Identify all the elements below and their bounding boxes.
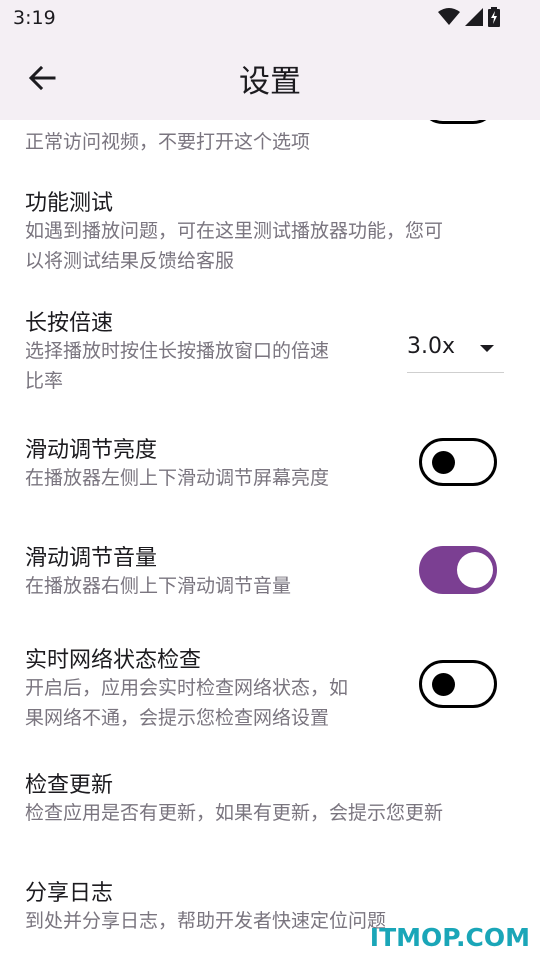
share-log-desc: 到处并分享日志，帮助开发者快速定位问题 bbox=[25, 910, 387, 932]
swipe-brightness-desc: 在播放器左侧上下滑动调节屏幕亮度 bbox=[25, 467, 330, 489]
network-check-title: 实时网络状态检查 bbox=[25, 648, 202, 673]
settings-item-function-test[interactable]: 功能测试 如遇到播放问题，可在这里测试播放器功能，您可 以将测试结果反馈给客服 bbox=[0, 175, 540, 285]
settings-item-long-press-speed[interactable]: 长按倍速 选择播放时按住长按播放窗口的倍速 比率 3.0x bbox=[0, 295, 540, 405]
signal-icon bbox=[465, 8, 483, 26]
toggle-knob bbox=[432, 451, 455, 474]
settings-item-partial[interactable]: 正常访问视频，不要打开这个选项 bbox=[0, 120, 540, 170]
settings-item-swipe-brightness[interactable]: 滑动调节亮度 在播放器左侧上下滑动调节屏幕亮度 bbox=[0, 425, 540, 515]
battery-charging-icon bbox=[488, 7, 500, 27]
partial-toggle[interactable] bbox=[419, 120, 497, 124]
function-test-desc: 如遇到播放问题，可在这里测试播放器功能，您可 以将测试结果反馈给客服 bbox=[25, 220, 444, 272]
toggle-knob bbox=[457, 552, 493, 588]
wifi-icon bbox=[438, 8, 460, 25]
settings-list: 正常访问视频，不要打开这个选项 功能测试 如遇到播放问题，可在这里测试播放器功能… bbox=[0, 120, 540, 960]
settings-item-network-check[interactable]: 实时网络状态检查 开启后，应用会实时检查网络状态，如 果网络不通，会提示您检查网… bbox=[0, 635, 540, 745]
settings-item-check-update[interactable]: 检查更新 检查应用是否有更新，如果有更新，会提示您更新 bbox=[0, 760, 540, 850]
status-bar: 3:19 bbox=[0, 0, 540, 36]
settings-item-swipe-volume[interactable]: 滑动调节音量 在播放器右侧上下滑动调节音量 bbox=[0, 533, 540, 623]
check-update-title: 检查更新 bbox=[25, 773, 114, 798]
dropdown-arrow-icon bbox=[480, 345, 494, 352]
status-time: 3:19 bbox=[13, 7, 56, 29]
status-icons bbox=[438, 7, 500, 27]
app-bar: 设置 bbox=[0, 36, 540, 120]
network-check-toggle[interactable] bbox=[419, 660, 497, 708]
check-update-desc: 检查应用是否有更新，如果有更新，会提示您更新 bbox=[25, 802, 444, 824]
swipe-volume-toggle[interactable] bbox=[419, 546, 497, 594]
network-check-desc: 开启后，应用会实时检查网络状态，如 果网络不通，会提示您检查网络设置 bbox=[25, 677, 349, 729]
long-press-speed-title: 长按倍速 bbox=[25, 311, 114, 336]
swipe-volume-title: 滑动调节音量 bbox=[25, 546, 158, 571]
partial-desc: 正常访问视频，不要打开这个选项 bbox=[25, 131, 311, 153]
share-log-title: 分享日志 bbox=[25, 881, 114, 906]
speed-dropdown[interactable]: 3.0x bbox=[407, 332, 504, 373]
swipe-volume-desc: 在播放器右侧上下滑动调节音量 bbox=[25, 575, 292, 597]
toggle-knob bbox=[432, 673, 455, 696]
swipe-brightness-toggle[interactable] bbox=[419, 438, 497, 486]
swipe-brightness-title: 滑动调节亮度 bbox=[25, 438, 158, 463]
page-title: 设置 bbox=[239, 64, 301, 100]
function-test-title: 功能测试 bbox=[25, 191, 114, 216]
speed-dropdown-value: 3.0x bbox=[407, 334, 456, 359]
long-press-speed-desc: 选择播放时按住长按播放窗口的倍速 比率 bbox=[25, 340, 330, 392]
watermark-logo: ITMOP.COM bbox=[369, 923, 530, 952]
